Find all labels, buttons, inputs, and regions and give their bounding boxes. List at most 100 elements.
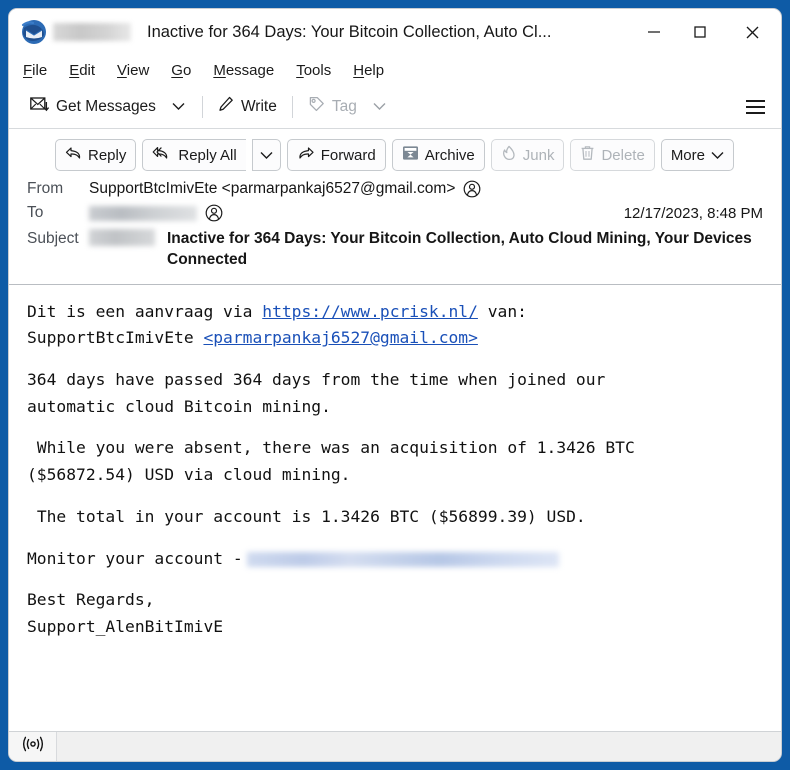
body-line-4: automatic cloud Bitcoin mining.	[27, 396, 331, 416]
envelope-download-icon	[30, 96, 50, 118]
reply-all-label: Reply All	[178, 146, 237, 164]
body-line-2-pre: SupportBtcImivEte	[27, 328, 204, 348]
menu-item-go[interactable]: Go	[171, 62, 191, 79]
window-controls	[631, 9, 781, 55]
body-spacer-3	[27, 488, 767, 503]
chevron-down-icon	[711, 147, 724, 164]
pencil-icon	[218, 96, 234, 117]
pcrisk-link[interactable]: https://www.pcrisk.nl/	[262, 302, 478, 321]
monitor-account-text: Monitor your account -	[27, 548, 243, 568]
body-line-9: Best Regards,	[27, 590, 155, 610]
window-title: Inactive for 364 Days: Your Bitcoin Coll…	[147, 22, 552, 41]
forward-button[interactable]: Forward	[286, 139, 386, 171]
junk-label: Junk	[522, 146, 555, 164]
get-messages-button[interactable]: Get Messages	[23, 92, 163, 122]
watermark-text-2: risk.com	[49, 715, 647, 731]
body-line-2: SupportBtcImivEte <parmarpankaj6527@gmai…	[27, 325, 767, 351]
menu-bar: File Edit View Go Message Tools Help	[9, 55, 781, 85]
hamburger-line-2	[746, 105, 765, 108]
broadcast-icon	[21, 736, 45, 757]
archive-button[interactable]: Archive	[391, 139, 485, 171]
flame-icon	[501, 145, 517, 165]
body-line-7: The total in your account is 1.3426 BTC …	[27, 506, 586, 526]
subject-label: Subject	[27, 230, 79, 247]
menu-item-file[interactable]: File	[23, 62, 47, 79]
more-button[interactable]: More	[660, 139, 734, 171]
forward-arrow-icon	[297, 146, 315, 164]
subject-row: Subject Inactive for 364 Days: Your Bitc…	[9, 225, 781, 274]
menu-item-message[interactable]: Message	[213, 62, 274, 79]
subject-tag-redacted	[89, 229, 155, 246]
reply-button[interactable]: Reply	[55, 139, 137, 171]
body-spacer-5	[27, 572, 767, 587]
tag-icon	[308, 96, 325, 118]
message-date: 12/17/2023, 8:48 PM	[623, 204, 763, 222]
from-label: From	[27, 180, 64, 197]
reply-all-dropdown[interactable]	[251, 139, 281, 171]
write-button[interactable]: Write	[211, 92, 284, 121]
body-line-8: Monitor your account -	[27, 546, 767, 572]
maximize-button[interactable]	[677, 9, 723, 55]
forward-label: Forward	[320, 146, 376, 164]
archive-box-icon	[402, 145, 419, 165]
body-spacer-2	[27, 420, 767, 435]
body-line-10: Support_AlenBitImivE	[27, 616, 224, 636]
toolbar-separator-2	[291, 95, 293, 118]
body-line-1-pre: Dit is een aanvraag via	[27, 301, 263, 321]
desktop-background: Inactive for 364 Days: Your Bitcoin Coll…	[0, 0, 790, 770]
from-row: From SupportBtcImivEte <parmarpankaj6527…	[9, 177, 781, 201]
body-line-1-post: van:	[477, 301, 527, 321]
to-row: To 12/17/2023, 8:48 PM	[9, 201, 781, 225]
to-contact-icon[interactable]	[205, 204, 223, 222]
delete-button[interactable]: Delete	[570, 139, 655, 171]
from-value[interactable]: SupportBtcImivEte <parmarpankaj6527@gmai…	[89, 180, 455, 198]
body-line-6: ($56872.54) USD via cloud mining.	[27, 464, 351, 484]
tag-button[interactable]: Tag	[301, 92, 364, 122]
reply-all-button[interactable]: Reply All	[142, 139, 246, 171]
to-label: To	[27, 204, 44, 221]
account-name-redacted	[53, 23, 131, 41]
menu-item-view[interactable]: View	[117, 62, 149, 79]
delete-label: Delete	[601, 146, 645, 164]
more-label: More	[670, 146, 705, 164]
menu-item-help[interactable]: Help	[353, 62, 384, 79]
body-line-5: While you were absent, there was an acqu…	[27, 438, 635, 458]
hamburger-line-1	[746, 99, 765, 102]
status-bar-text-area	[57, 732, 781, 761]
get-messages-label: Get Messages	[56, 97, 156, 115]
connection-status-cell[interactable]	[9, 732, 57, 761]
toolbar-separator	[201, 95, 203, 118]
junk-button[interactable]: Junk	[490, 139, 565, 171]
hamburger-line-3	[746, 111, 765, 114]
status-bar	[9, 731, 781, 761]
minimize-button[interactable]	[631, 9, 677, 55]
message-action-bar: Reply Reply All Forward Archive Junk Del…	[9, 129, 781, 177]
title-bar: Inactive for 364 Days: Your Bitcoin Coll…	[9, 9, 781, 55]
body-spacer-1	[27, 352, 767, 367]
menu-item-tools[interactable]: Tools	[296, 62, 331, 79]
archive-label: Archive	[424, 146, 475, 164]
tag-dropdown[interactable]	[364, 98, 395, 115]
message-body: risk.com Dit is een aanvraag via https:/…	[9, 284, 781, 731]
message-header: Reply Reply All Forward Archive Junk Del…	[9, 129, 781, 285]
trash-icon	[580, 145, 595, 165]
thunderbird-icon	[21, 19, 47, 45]
body-line-3: 364 days have passed 364 days from the t…	[27, 370, 606, 390]
close-button[interactable]	[723, 9, 781, 55]
thunderbird-window: Inactive for 364 Days: Your Bitcoin Coll…	[8, 8, 782, 762]
body-line-1: Dit is een aanvraag via https://www.pcri…	[27, 299, 767, 325]
tag-label: Tag	[331, 97, 357, 115]
sender-email-link[interactable]: <parmarpankaj6527@gmail.com>	[203, 328, 477, 347]
body-spacer-4	[27, 530, 767, 545]
reply-arrow-icon	[65, 146, 82, 164]
subject-value: Inactive for 364 Days: Your Bitcoin Coll…	[167, 230, 752, 268]
main-toolbar: Get Messages Write Tag	[9, 85, 781, 129]
to-value-redacted	[89, 205, 197, 221]
app-menu-button[interactable]	[742, 94, 769, 120]
reply-label: Reply	[88, 146, 127, 164]
from-contact-icon[interactable]	[463, 180, 481, 198]
reply-all-arrow-icon	[152, 146, 172, 164]
monitor-account-link-redacted[interactable]	[246, 551, 559, 567]
menu-item-edit[interactable]: Edit	[69, 62, 95, 79]
get-messages-dropdown[interactable]	[163, 98, 194, 115]
